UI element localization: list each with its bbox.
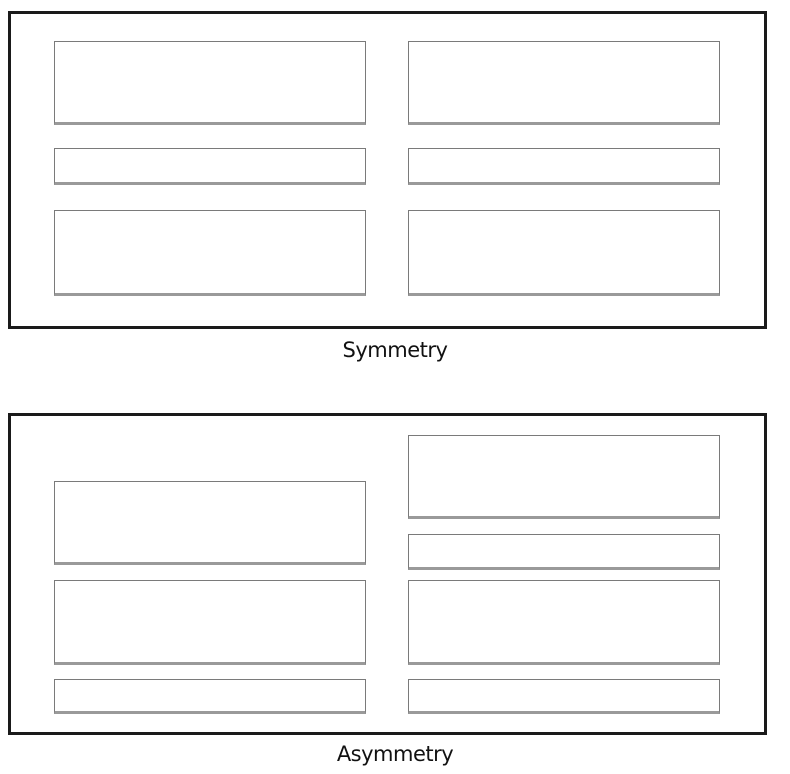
asymmetry-left-strip-bottom [54,679,366,714]
asymmetry-right-strip-top [408,534,720,570]
symmetry-left-large-block-bottom [54,210,366,296]
symmetry-right-large-block-bottom [408,210,720,296]
asymmetry-frame [8,413,767,735]
symmetry-frame [8,11,767,329]
symmetry-left-strip [54,148,366,185]
asymmetry-right-large-block-bottom [408,580,720,665]
symmetry-left-large-block-top [54,41,366,125]
symmetry-right-large-block-top [408,41,720,125]
asymmetry-left-large-block-top [54,481,366,565]
asymmetry-caption: Asymmetry [336,742,454,766]
symmetry-caption: Symmetry [342,338,448,362]
asymmetry-right-large-block-top [408,435,720,519]
asymmetry-left-large-block-bottom [54,580,366,665]
asymmetry-right-strip-bottom [408,679,720,714]
symmetry-right-strip [408,148,720,185]
